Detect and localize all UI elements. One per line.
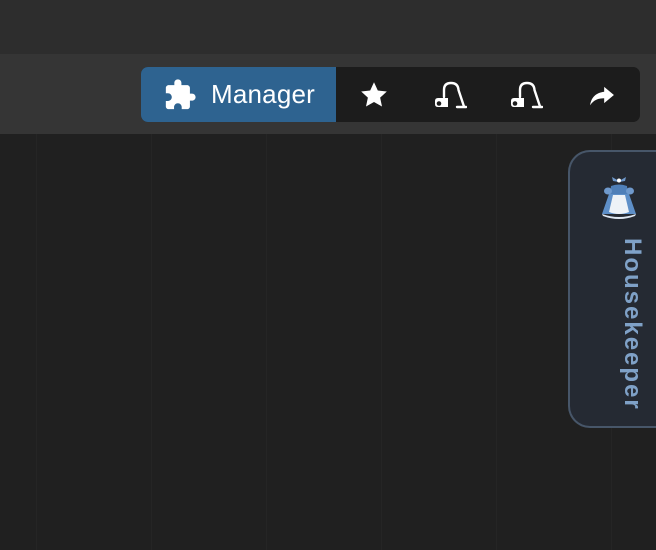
star-icon xyxy=(361,81,387,106)
share-button[interactable] xyxy=(564,67,640,122)
share-arrow-icon xyxy=(590,86,614,105)
favorites-button[interactable] xyxy=(336,67,412,122)
clean-button[interactable] xyxy=(412,67,488,122)
window-top-strip xyxy=(0,0,656,54)
housekeeper-label: Housekeeper xyxy=(619,238,646,411)
manager-label: Manager xyxy=(211,79,316,109)
manager-button[interactable]: Manager xyxy=(141,67,336,122)
clean-all-button[interactable] xyxy=(488,67,564,122)
toolbar-button-group: Manager xyxy=(141,67,640,122)
puzzle-icon xyxy=(165,78,196,109)
housekeeper-panel-tab[interactable]: Housekeeper xyxy=(568,150,656,428)
maid-dress-icon xyxy=(602,177,636,219)
workflow-canvas[interactable] xyxy=(0,134,656,550)
vacuum-icon xyxy=(511,81,543,108)
vacuum-icon xyxy=(435,81,467,108)
